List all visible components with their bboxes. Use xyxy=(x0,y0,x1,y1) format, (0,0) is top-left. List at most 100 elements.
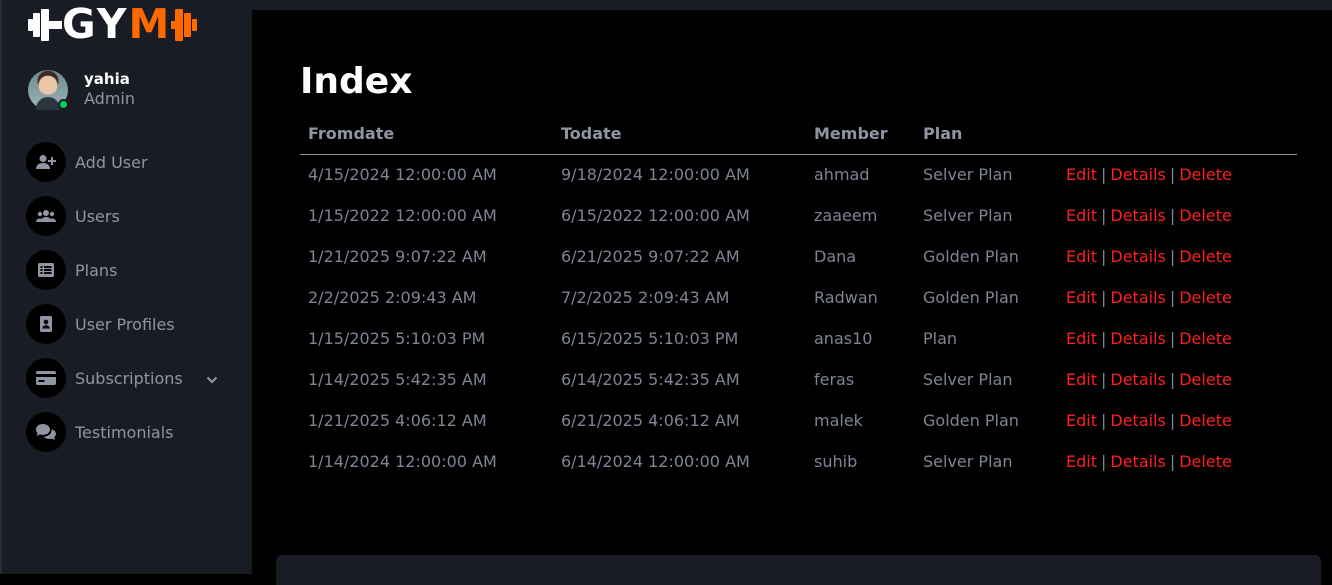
sidebar-item-plans[interactable]: Plans xyxy=(26,250,236,290)
plans-icon xyxy=(26,250,66,290)
action-separator: | xyxy=(1100,329,1107,348)
details-link[interactable]: Details xyxy=(1110,206,1165,225)
cell-member: zaaeem xyxy=(814,206,878,225)
edit-link[interactable]: Edit xyxy=(1066,206,1097,225)
action-separator: | xyxy=(1169,452,1176,471)
table-row: 1/21/2025 9:07:22 AM 6/21/2025 9:07:22 A… xyxy=(300,236,1297,277)
delete-link[interactable]: Delete xyxy=(1179,452,1232,471)
table-row: 4/15/2024 12:00:00 AM 9/18/2024 12:00:00… xyxy=(300,154,1297,195)
cell-plan: Selver Plan xyxy=(923,452,1013,471)
cell-todate: 6/15/2022 12:00:00 AM xyxy=(561,206,750,225)
page-title: Index xyxy=(300,61,413,102)
users-icon xyxy=(26,196,66,236)
column-header-actions xyxy=(1058,114,1297,155)
avatar-body xyxy=(36,97,60,110)
cell-member: suhib xyxy=(814,452,858,471)
sidebar-item-label: Testimonials xyxy=(75,422,174,442)
edit-link[interactable]: Edit xyxy=(1066,288,1097,307)
delete-link[interactable]: Delete xyxy=(1179,165,1232,184)
delete-link[interactable]: Delete xyxy=(1179,370,1232,389)
action-separator: | xyxy=(1100,452,1107,471)
credit-card-icon xyxy=(26,358,66,398)
avatar[interactable] xyxy=(28,70,69,110)
cell-todate: 7/2/2025 2:09:43 AM xyxy=(561,288,730,307)
details-link[interactable]: Details xyxy=(1110,165,1165,184)
chat-bubbles-icon xyxy=(26,412,66,452)
details-link[interactable]: Details xyxy=(1110,247,1165,266)
main-content: Index Fromdate Todate Member Plan 4/15/2… xyxy=(252,10,1332,585)
cell-member: Radwan xyxy=(814,288,878,307)
top-navbar xyxy=(252,0,1332,10)
action-separator: | xyxy=(1100,206,1107,225)
user-profile[interactable]: yahia Admin xyxy=(28,70,135,110)
sidebar-item-users[interactable]: Users xyxy=(26,196,236,236)
action-separator: | xyxy=(1169,247,1176,266)
table-row: 1/14/2025 5:42:35 AM 6/14/2025 5:42:35 A… xyxy=(300,359,1297,400)
delete-link[interactable]: Delete xyxy=(1179,206,1232,225)
edit-link[interactable]: Edit xyxy=(1066,247,1097,266)
sidebar-item-testimonials[interactable]: Testimonials xyxy=(26,412,236,452)
delete-link[interactable]: Delete xyxy=(1179,288,1232,307)
logo-text: GYM xyxy=(62,3,171,45)
sidebar: GYM yahia Admin Add User Users Plans Use… xyxy=(0,0,252,574)
cell-member: malek xyxy=(814,411,863,430)
delete-link[interactable]: Delete xyxy=(1179,247,1232,266)
cell-fromdate: 1/21/2025 4:06:12 AM xyxy=(308,411,487,430)
logo-text-gy: GY xyxy=(62,0,129,48)
cell-member: anas10 xyxy=(814,329,873,348)
cell-actions: Edit | Details | Delete xyxy=(1058,195,1297,236)
edit-link[interactable]: Edit xyxy=(1066,411,1097,430)
edit-link[interactable]: Edit xyxy=(1066,452,1097,471)
cell-fromdate: 4/15/2024 12:00:00 AM xyxy=(308,165,497,185)
cell-fromdate: 1/15/2025 5:10:03 PM xyxy=(308,329,486,348)
edit-link[interactable]: Edit xyxy=(1066,165,1097,184)
sidebar-item-label: Add User xyxy=(75,152,148,172)
sidebar-item-add-user[interactable]: Add User xyxy=(26,142,236,182)
cell-plan: Plan xyxy=(923,329,958,348)
details-link[interactable]: Details xyxy=(1110,329,1165,348)
cell-plan: Selver Plan xyxy=(923,206,1013,225)
logo-text-m: M xyxy=(128,0,172,48)
table-row: 1/14/2024 12:00:00 AM 6/14/2024 12:00:00… xyxy=(300,441,1297,482)
cell-actions: Edit | Details | Delete xyxy=(1058,154,1297,195)
dumbbell-icon-right xyxy=(171,4,199,46)
edit-link[interactable]: Edit xyxy=(1066,370,1097,389)
action-separator: | xyxy=(1100,247,1107,266)
column-header-fromdate: Fromdate xyxy=(300,114,553,155)
sidebar-item-user-profiles[interactable]: User Profiles xyxy=(26,304,236,344)
cell-actions: Edit | Details | Delete xyxy=(1058,441,1297,482)
user-profile-icon xyxy=(26,304,66,344)
profile-text: yahia Admin xyxy=(84,69,135,110)
column-header-plan: Plan xyxy=(915,114,1058,155)
profile-name: yahia xyxy=(84,69,130,88)
cell-plan: Golden Plan xyxy=(923,411,1019,430)
dumbbell-icon xyxy=(28,4,62,46)
cell-plan: Selver Plan xyxy=(923,165,1013,185)
action-separator: | xyxy=(1169,370,1176,389)
action-separator: | xyxy=(1169,288,1176,307)
delete-link[interactable]: Delete xyxy=(1179,411,1232,430)
cell-actions: Edit | Details | Delete xyxy=(1058,318,1297,359)
sidebar-item-subscriptions[interactable]: Subscriptions xyxy=(26,358,236,398)
chevron-down-icon[interactable] xyxy=(206,369,218,388)
cell-actions: Edit | Details | Delete xyxy=(1058,236,1297,277)
cell-member: feras xyxy=(814,370,855,389)
gym-logo[interactable]: GYM xyxy=(28,3,199,46)
cell-fromdate: 1/14/2024 12:00:00 AM xyxy=(308,452,497,471)
cell-plan: Golden Plan xyxy=(923,288,1019,307)
table-header-row: Fromdate Todate Member Plan xyxy=(300,114,1297,155)
action-separator: | xyxy=(1100,288,1107,307)
cell-actions: Edit | Details | Delete xyxy=(1058,359,1297,400)
cell-fromdate: 1/15/2022 12:00:00 AM xyxy=(308,206,497,225)
delete-link[interactable]: Delete xyxy=(1179,329,1232,348)
table-row: 2/2/2025 2:09:43 AM 7/2/2025 2:09:43 AM … xyxy=(300,277,1297,318)
details-link[interactable]: Details xyxy=(1110,370,1165,389)
details-link[interactable]: Details xyxy=(1110,452,1165,471)
details-link[interactable]: Details xyxy=(1110,288,1165,307)
details-link[interactable]: Details xyxy=(1110,411,1165,430)
cell-fromdate: 2/2/2025 2:09:43 AM xyxy=(308,288,477,307)
edit-link[interactable]: Edit xyxy=(1066,329,1097,348)
cell-plan: Golden Plan xyxy=(923,247,1019,266)
sidebar-item-label: Subscriptions xyxy=(75,368,183,388)
action-separator: | xyxy=(1169,329,1176,348)
